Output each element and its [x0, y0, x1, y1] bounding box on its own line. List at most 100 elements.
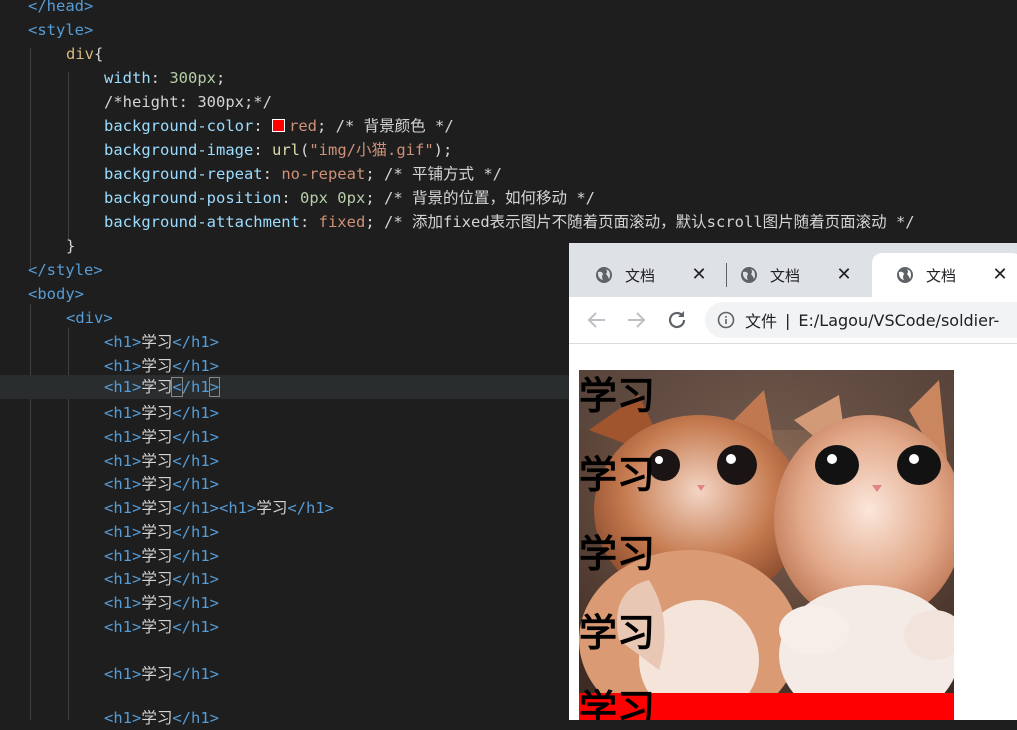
- browser-window: 文档 ✕ 文档 ✕ 文档 ✕ 文件 | E:/Lagou/VSCode/sold…: [569, 243, 1017, 720]
- code-token: <h1>: [104, 357, 142, 375]
- code-token: 学习: [141, 499, 173, 517]
- code-token: url: [271, 141, 300, 159]
- code-token: </h1>: [172, 333, 220, 351]
- tab-title: 文档: [770, 266, 801, 285]
- code-token: background-position: [104, 189, 282, 207]
- code-token: no-repeat: [281, 165, 366, 183]
- code-token: ;: [216, 69, 226, 87]
- code-token: <: [171, 377, 183, 397]
- page-heading: 学习: [579, 611, 656, 655]
- code-token: 学习: [141, 709, 173, 727]
- styled-div: 学习 学习 学习 学习 学习: [579, 370, 954, 720]
- code-token: 0px 0px: [299, 189, 366, 207]
- code-token: </style>: [28, 261, 103, 279]
- code-line[interactable]: background-repeat: no-repeat; /* 平铺方式 */: [0, 162, 1017, 186]
- code-token: :: [262, 165, 282, 183]
- code-token: <h1>: [104, 570, 142, 588]
- code-token: <h1>: [104, 523, 142, 541]
- url-text[interactable]: E:/Lagou/VSCode/soldier-: [798, 311, 999, 330]
- url-scheme-label: 文件: [745, 312, 778, 331]
- code-token: 学习: [141, 475, 173, 493]
- code-line[interactable]: background-color: red; /* 背景颜色 */: [0, 114, 1017, 138]
- code-token: <body>: [28, 285, 84, 303]
- code-token: <h1>: [219, 499, 257, 517]
- browser-tab[interactable]: 文档 ✕: [571, 253, 721, 297]
- globe-icon: [897, 267, 913, 283]
- browser-tab-active[interactable]: 文档 ✕: [872, 253, 1017, 297]
- code-token: }: [66, 237, 76, 255]
- code-token: </h1>: [287, 499, 335, 517]
- code-token: <style>: [28, 21, 94, 39]
- code-token: ;: [365, 213, 375, 231]
- code-token: <h1>: [104, 665, 142, 683]
- code-line[interactable]: <style>: [0, 18, 1017, 42]
- tab-title: 文档: [926, 266, 957, 285]
- code-token: background-repeat: [104, 165, 263, 183]
- code-token: </h1>: [172, 452, 220, 470]
- code-token: </h1>: [172, 547, 220, 565]
- code-token: :: [253, 117, 272, 135]
- code-token: </h1>: [172, 618, 220, 636]
- code-token: 学习: [141, 333, 173, 351]
- code-token: /*height: 300px;*/: [104, 93, 272, 111]
- code-line[interactable]: background-image: url("img/小猫.gif");: [0, 138, 1017, 162]
- code-token: 学习: [141, 452, 173, 470]
- page-heading: 学习: [579, 374, 656, 418]
- url-separator: |: [785, 310, 791, 330]
- code-token: :: [253, 141, 272, 159]
- code-token: width: [104, 69, 151, 87]
- code-token: background-color: [104, 117, 254, 135]
- code-token: background-image: [104, 141, 254, 159]
- back-arrow-icon[interactable]: [585, 308, 609, 332]
- code-token: 学习: [256, 499, 288, 517]
- code-token: 学习: [141, 378, 173, 396]
- forward-arrow-icon[interactable]: [624, 308, 648, 332]
- code-token: :: [299, 213, 319, 231]
- code-token: </h1>: [172, 428, 220, 446]
- code-token: ;: [365, 189, 375, 207]
- color-swatch-icon[interactable]: [271, 118, 285, 132]
- info-icon[interactable]: [717, 311, 735, 329]
- code-token: <h1>: [104, 499, 142, 517]
- code-token: <h1>: [104, 594, 142, 612]
- code-line[interactable]: </head>: [0, 0, 1017, 18]
- code-token: );: [433, 141, 453, 159]
- code-token: </h1>: [172, 499, 220, 517]
- code-token: </h1>: [172, 475, 220, 493]
- code-token: </h1>: [172, 709, 220, 727]
- code-token: ;: [316, 117, 327, 135]
- code-line[interactable]: div{: [0, 42, 1017, 66]
- code-token: 学习: [141, 428, 173, 446]
- code-token: /* 添加fixed表示图片不随着页面滚动，默认scroll图片随着页面滚动 *…: [384, 213, 915, 231]
- close-icon[interactable]: ✕: [689, 265, 709, 285]
- code-token: 学习: [141, 665, 173, 683]
- close-icon[interactable]: ✕: [990, 265, 1010, 285]
- code-line[interactable]: width: 300px;: [0, 66, 1017, 90]
- browser-tab[interactable]: 文档 ✕: [716, 253, 866, 297]
- address-bar[interactable]: 文件 | E:/Lagou/VSCode/soldier-: [705, 302, 1017, 338]
- code-token: background-attachment: [104, 213, 300, 231]
- reload-icon[interactable]: [665, 308, 689, 332]
- code-token: <h1>: [104, 452, 142, 470]
- globe-icon: [741, 267, 757, 283]
- code-token: 学习: [141, 404, 173, 422]
- code-token: <div>: [66, 309, 113, 327]
- page-heading: 学习: [579, 453, 656, 497]
- close-icon[interactable]: ✕: [834, 265, 854, 285]
- code-token: </h1>: [172, 665, 220, 683]
- code-token: "img/小猫.gif": [309, 141, 434, 159]
- code-line[interactable]: background-attachment: fixed; /* 添加fixed…: [0, 210, 1017, 234]
- code-token: 学习: [141, 594, 173, 612]
- tab-strip: 文档 ✕ 文档 ✕ 文档 ✕: [569, 243, 1017, 297]
- code-line[interactable]: background-position: 0px 0px; /* 背景的位置，如…: [0, 186, 1017, 210]
- code-token: </head>: [28, 0, 94, 15]
- code-token: <h1>: [104, 709, 142, 727]
- code-token: :: [150, 69, 170, 87]
- code-token: </h1>: [172, 404, 220, 422]
- code-token: red: [288, 117, 317, 135]
- page-heading: 学习: [579, 687, 656, 720]
- page-heading: 学习: [579, 532, 656, 576]
- code-token: </h1>: [172, 357, 220, 375]
- code-line[interactable]: /*height: 300px;*/: [0, 90, 1017, 114]
- code-token: </h1>: [172, 594, 220, 612]
